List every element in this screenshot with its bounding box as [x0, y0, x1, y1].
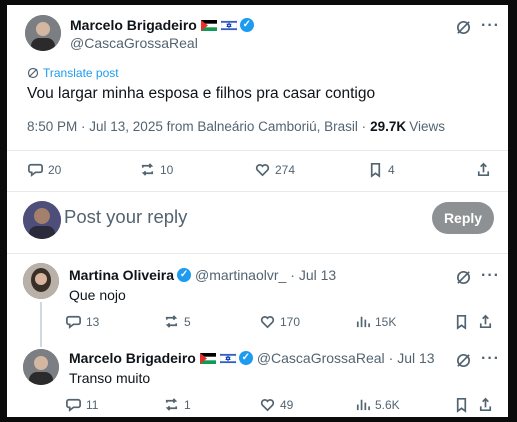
like-button[interactable]: 49 [259, 396, 293, 413]
reply-author-handle[interactable]: @CascaGrossaReal [257, 350, 385, 366]
author-name[interactable]: Marcelo Brigadeiro [70, 17, 197, 33]
author-handle[interactable]: @CascaGrossaReal [70, 35, 198, 51]
reply-button[interactable]: 13 [65, 313, 99, 330]
avatar-photo [25, 15, 61, 51]
reply-count: 20 [48, 162, 62, 177]
reply-author-line: Marcelo Brigadeiro ✓ @CascaGrossaReal · … [69, 350, 435, 366]
bookmark-icon [370, 162, 381, 178]
repost-icon [165, 315, 178, 328]
translate-label: Translate post [43, 66, 119, 80]
share-icon [477, 162, 490, 177]
reply-author-name[interactable]: Martina Oliveira [69, 267, 174, 283]
like-icon [255, 164, 270, 177]
bookmark-count: 4 [388, 162, 395, 177]
like-count: 49 [280, 397, 294, 412]
thread-line [40, 302, 42, 347]
verified-icon: ✓ [238, 351, 253, 365]
reply-submit-button[interactable]: Reply [432, 202, 494, 234]
post-detail-card: Marcelo Brigadeiro ✓ @CascaGrossaReal ··… [7, 5, 508, 417]
share-icon [479, 397, 492, 412]
bookmark-button[interactable] [453, 396, 470, 413]
reply-date[interactable]: · Jul 13 [290, 267, 336, 283]
more-icon[interactable]: ··· [481, 350, 500, 368]
bookmark-icon [456, 397, 467, 413]
reply-icon [28, 163, 43, 177]
reply-date[interactable]: · Jul 13 [389, 350, 435, 366]
repost-icon [165, 398, 178, 411]
repost-icon [141, 163, 154, 176]
views-count: 29.7K [370, 119, 407, 134]
reply-icon [66, 315, 81, 329]
verified-icon: ✓ [177, 268, 192, 282]
share-button[interactable] [477, 313, 494, 330]
reply-input[interactable]: Post your reply [64, 206, 187, 228]
share-button[interactable] [475, 161, 492, 178]
avatar-photo [23, 201, 61, 239]
author-avatar[interactable] [25, 15, 61, 51]
post-meta: 8:50 PM · Jul 13, 2025 from Balneário Ca… [27, 119, 445, 134]
divider [7, 191, 508, 192]
grok-icon[interactable] [455, 19, 472, 36]
reply-count: 13 [86, 314, 100, 329]
repost-button[interactable]: 1 [163, 396, 191, 413]
repost-button[interactable]: 5 [163, 313, 191, 330]
avatar-photo [23, 349, 59, 385]
like-icon [260, 399, 275, 412]
israel-flag-icon [219, 352, 236, 364]
divider [7, 150, 508, 151]
views-icon [356, 399, 370, 411]
grok-icon[interactable] [455, 269, 472, 286]
reply-author-handle[interactable]: @martinaolvr_ [195, 267, 286, 283]
palestine-flag-icon [199, 352, 216, 364]
more-icon[interactable]: ··· [481, 267, 500, 285]
israel-flag-icon [220, 19, 237, 31]
views-button[interactable]: 5.6K [354, 396, 400, 413]
divider [7, 253, 508, 254]
reply-count: 11 [86, 397, 99, 412]
reply-text: Que nojo [69, 287, 126, 303]
current-user-avatar[interactable] [23, 201, 61, 239]
avatar-photo [23, 263, 59, 299]
bookmark-button[interactable] [453, 313, 470, 330]
reply-icon [66, 398, 81, 412]
translate-link[interactable]: Translate post [27, 66, 119, 80]
share-icon [479, 314, 492, 329]
repost-button[interactable]: 10 [139, 161, 173, 178]
like-count: 274 [275, 162, 296, 177]
like-button[interactable]: 274 [254, 161, 295, 178]
verified-icon: ✓ [239, 18, 254, 32]
like-button[interactable]: 170 [259, 313, 300, 330]
repost-count: 1 [184, 397, 191, 412]
reply-button[interactable]: 20 [27, 161, 61, 178]
share-button[interactable] [477, 396, 494, 413]
bookmark-icon [456, 314, 467, 330]
reply-author-name[interactable]: Marcelo Brigadeiro [69, 350, 196, 366]
bookmark-button[interactable]: 4 [367, 161, 395, 178]
views-count: 5.6K [375, 397, 400, 412]
views-button[interactable]: 15K [354, 313, 396, 330]
palestine-flag-icon [200, 19, 217, 31]
grok-icon[interactable] [455, 352, 472, 369]
reply-author-avatar[interactable] [23, 263, 59, 299]
reply-text: Transo muito [69, 370, 151, 386]
views-icon [356, 316, 370, 328]
reply-author-line: Martina Oliveira ✓ @martinaolvr_ · Jul 1… [69, 267, 336, 283]
more-icon[interactable]: ··· [481, 17, 500, 35]
post-text: Vou largar minha esposa e filhos pra cas… [27, 85, 376, 102]
views-label: Views [409, 119, 445, 134]
repost-count: 5 [184, 314, 191, 329]
reply-button[interactable]: 11 [65, 396, 98, 413]
views-count: 15K [375, 314, 397, 329]
like-count: 170 [280, 314, 301, 329]
repost-count: 10 [160, 162, 174, 177]
author-line: Marcelo Brigadeiro ✓ [70, 17, 254, 33]
reply-author-avatar[interactable] [23, 349, 59, 385]
translate-icon [27, 67, 39, 79]
like-icon [260, 316, 275, 329]
post-timestamp[interactable]: 8:50 PM · Jul 13, 2025 from Balneário Ca… [27, 119, 366, 134]
